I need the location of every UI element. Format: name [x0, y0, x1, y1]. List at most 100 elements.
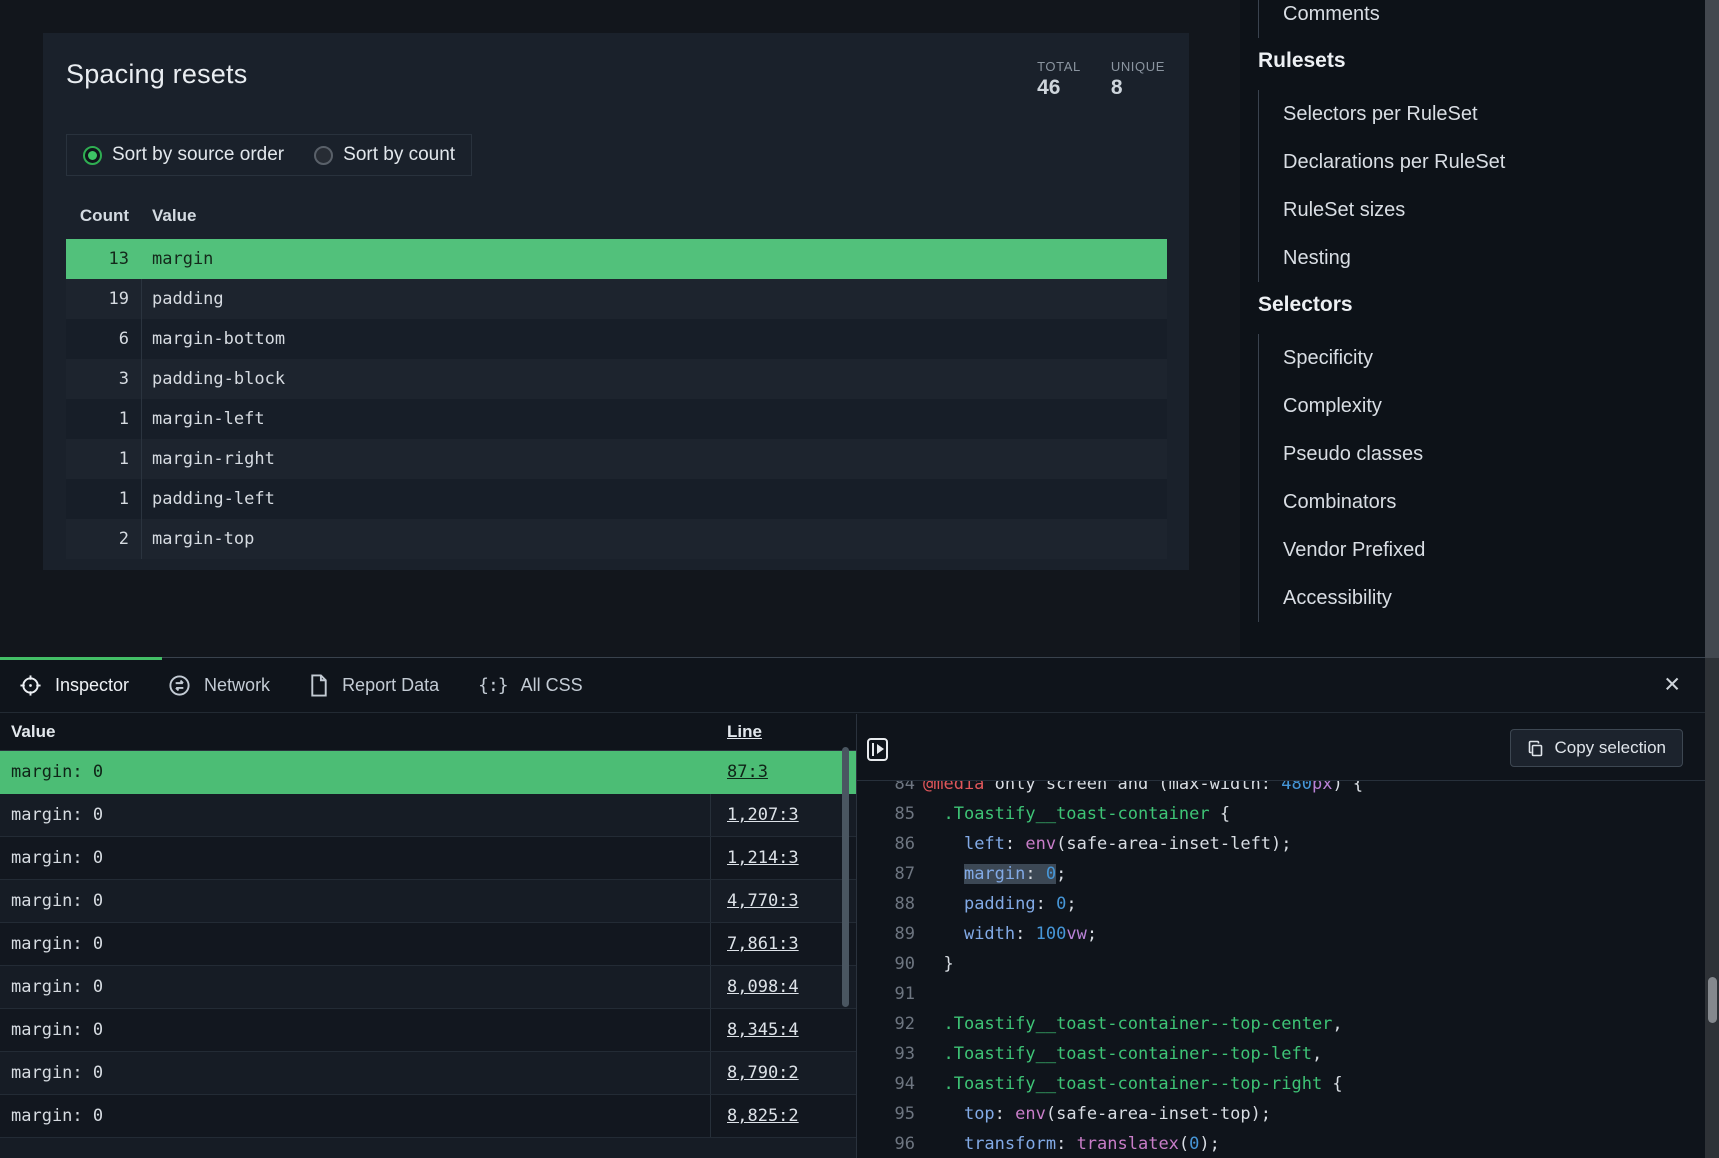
page-scrollbar-thumb[interactable] [1705, 0, 1719, 658]
result-line-link[interactable]: 8,345:4 [727, 1020, 799, 1040]
crosshair-icon [19, 674, 42, 697]
card-stats: TOTAL46UNIQUE8 [1037, 59, 1167, 100]
code-scroll-area[interactable]: 84@media only screen and (max-width: 480… [857, 781, 1705, 1158]
line-number: 90 [857, 949, 915, 979]
result-value: margin: 0 [0, 1106, 710, 1126]
code-lines: 84@media only screen and (max-width: 480… [857, 781, 1705, 1158]
spacing-table-row[interactable]: 1padding-left [66, 479, 1167, 519]
code-text: } [923, 949, 954, 979]
tab-label: Network [204, 675, 270, 696]
tab-label: All CSS [521, 675, 583, 696]
result-row[interactable]: margin: 0 8,790:2 [0, 1052, 856, 1095]
sidebar-item-vendor-prefixed[interactable]: Vendor Prefixed [1259, 526, 1698, 574]
sidebar-item-accessibility[interactable]: Accessibility [1259, 574, 1698, 622]
document-icon [309, 674, 329, 697]
line-number: 86 [857, 829, 915, 859]
sidebar-item-selectors-per-ruleset[interactable]: Selectors per RuleSet [1259, 90, 1698, 138]
sidebar-section-heading: Rulesets [1258, 48, 1698, 74]
result-row[interactable]: margin: 0 1,214:3 [0, 837, 856, 880]
report-nav-sidebar: Comments Rulesets Selectors per RuleSetDec… [1258, 0, 1698, 622]
spacing-table-row[interactable]: 6margin-bottom [66, 319, 1167, 359]
stat-value: 46 [1037, 76, 1081, 100]
spacing-table-row[interactable]: 13margin [66, 239, 1167, 279]
code-pane: Copy selection 84@media only screen and … [857, 714, 1705, 1158]
result-value: margin: 0 [0, 1063, 710, 1083]
close-icon[interactable]: ✕ [1663, 675, 1681, 696]
sidebar-item-nesting[interactable]: Nesting [1259, 234, 1698, 282]
sort-radio-option[interactable]: Sort by source order [83, 144, 284, 166]
result-line-link[interactable]: 8,098:4 [727, 977, 799, 997]
result-line-link[interactable]: 8,825:2 [727, 1106, 799, 1126]
result-row[interactable]: margin: 087:3 [0, 751, 856, 794]
row-count: 6 [66, 329, 141, 349]
panel-tab-bar: Inspector Network Report Data {:} All CSS ✕ [0, 658, 1719, 713]
result-row[interactable]: margin: 0 8,345:4 [0, 1009, 856, 1052]
code-text: padding: 0; [923, 889, 1077, 919]
result-value: margin: 0 [0, 848, 710, 868]
spacing-table-row[interactable]: 3padding-block [66, 359, 1167, 399]
expand-panel-icon[interactable] [867, 738, 888, 761]
result-row[interactable]: margin: 01,207:3 [0, 794, 856, 837]
result-line-link[interactable]: 7,861:3 [727, 934, 799, 954]
sidebar-item-comments[interactable]: Comments [1259, 0, 1698, 38]
result-line-cell: 8,790:2 [710, 1052, 856, 1094]
sort-radio-group: Sort by source order Sort by count [66, 134, 472, 176]
code-line: 90 } [857, 949, 1705, 979]
code-text: @media only screen and (max-width: 480px… [923, 781, 1363, 799]
line-number: 96 [857, 1129, 915, 1158]
tab-inspector[interactable]: Inspector [0, 658, 149, 712]
tab-network[interactable]: Network [149, 658, 290, 712]
braces-icon: {:} [478, 675, 508, 696]
sidebar-item-specificity[interactable]: Specificity [1259, 334, 1698, 382]
result-value: margin: 0 [0, 1020, 710, 1040]
code-text: .Toastify__toast-container--top-left, [923, 1039, 1322, 1069]
sidebar-item-combinators[interactable]: Combinators [1259, 478, 1698, 526]
copy-selection-button[interactable]: Copy selection [1510, 729, 1683, 767]
spacing-table-row[interactable]: 1margin-left [66, 399, 1167, 439]
result-line-cell: 87:3 [710, 751, 856, 793]
result-row[interactable]: margin: 0 8,098:4 [0, 966, 856, 1009]
result-line-cell: 1,214:3 [710, 837, 856, 879]
sidebar-item-ruleset-sizes[interactable]: RuleSet sizes [1259, 186, 1698, 234]
code-line: 89 width: 100vw; [857, 919, 1705, 949]
stat-value: 8 [1111, 76, 1165, 100]
code-line: 94 .Toastify__toast-container--top-right… [857, 1069, 1705, 1099]
sidebar-item-declarations-per-ruleset[interactable]: Declarations per RuleSet [1259, 138, 1698, 186]
row-count: 1 [66, 449, 141, 469]
result-row[interactable]: margin: 04,770:3 [0, 880, 856, 923]
result-line-link[interactable]: 87:3 [727, 762, 768, 782]
tab-label: Inspector [55, 675, 129, 696]
line-number: 94 [857, 1069, 915, 1099]
tab-all-css[interactable]: {:} All CSS [459, 658, 603, 712]
tab-report-data[interactable]: Report Data [290, 658, 459, 712]
spacing-table-header: Count Value [66, 206, 1167, 239]
radio-icon[interactable] [314, 146, 333, 165]
results-scrollbar-thumb[interactable] [842, 747, 849, 1007]
results-line-header[interactable]: Line [727, 722, 762, 742]
code-text: top: env(safe-area-inset-top); [923, 1099, 1271, 1129]
inspector-panel: InspectorNetworkReport Data{:}All CSS ✕ … [0, 657, 1719, 1158]
result-value: margin: 0 [0, 977, 710, 997]
result-line-link[interactable]: 8,790:2 [727, 1063, 799, 1083]
result-row[interactable]: margin: 07,861:3 [0, 923, 856, 966]
results-rows: margin: 087:3margin: 01,207:3margin: 01,… [0, 751, 856, 1138]
result-line-link[interactable]: 1,214:3 [727, 848, 799, 868]
spacing-table-row[interactable]: 19padding [66, 279, 1167, 319]
row-value: padding-left [141, 479, 1167, 519]
sidebar-item-complexity[interactable]: Complexity [1259, 382, 1698, 430]
code-scrollbar-thumb[interactable] [1708, 977, 1717, 1023]
value-column-header: Value [141, 206, 1167, 226]
code-pane-header: Copy selection [857, 714, 1705, 781]
sidebar-item-pseudo-classes[interactable]: Pseudo classes [1259, 430, 1698, 478]
result-row[interactable]: margin: 0 8,825:2 [0, 1095, 856, 1138]
spacing-table-row[interactable]: 1margin-right [66, 439, 1167, 479]
sidebar-item-group: Selectors per RuleSetDeclarations per Ru… [1258, 90, 1698, 282]
radio-icon[interactable] [83, 146, 102, 165]
result-line-link[interactable]: 4,770:3 [727, 891, 799, 911]
sort-radio-label: Sort by source order [112, 144, 284, 166]
result-line-cell: 8,825:2 [710, 1095, 856, 1137]
sort-radio-option[interactable]: Sort by count [314, 144, 455, 166]
line-number: 89 [857, 919, 915, 949]
spacing-table-row[interactable]: 2margin-top [66, 519, 1167, 559]
result-line-link[interactable]: 1,207:3 [727, 805, 799, 825]
